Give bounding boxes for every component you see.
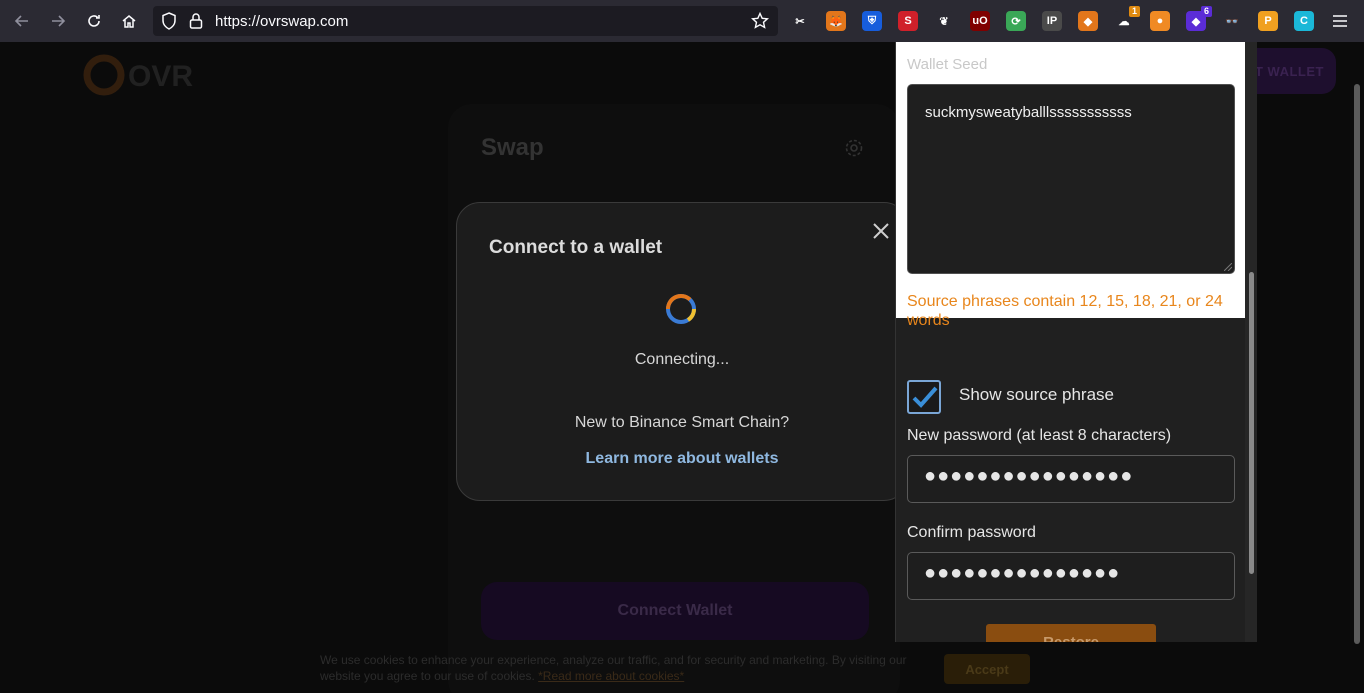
- connecting-status: Connecting...: [634, 351, 730, 368]
- s-ext-icon[interactable]: S: [898, 11, 918, 31]
- new-to-text: New to Binance Smart Chain?: [574, 414, 790, 431]
- new-password-label: New password (at least 8 characters): [907, 427, 1172, 444]
- c-ext-icon[interactable]: C: [1294, 11, 1314, 31]
- show-phrase-checkbox[interactable]: [907, 380, 941, 414]
- back-icon[interactable]: [8, 7, 36, 35]
- reload-icon[interactable]: [80, 7, 108, 35]
- svg-text:OVR: OVR: [128, 60, 193, 93]
- new-password-field[interactable]: ●●●●●●●●●●●●●●●●: [907, 455, 1235, 503]
- wallet-seed-label: Wallet Seed: [907, 56, 988, 73]
- wallet-seed-textarea[interactable]: suckmysweatyballlsssssssssss: [907, 84, 1235, 274]
- ghost-ext-icon[interactable]: ☁ 1: [1114, 6, 1140, 31]
- cookie-accept-button[interactable]: Accept: [944, 654, 1030, 684]
- close-icon[interactable]: [869, 219, 893, 243]
- restore-button[interactable]: Restore: [986, 624, 1156, 642]
- lock-icon[interactable]: [189, 12, 207, 30]
- ovr-logo: OVR: [82, 52, 202, 98]
- fox-ext-icon[interactable]: ◆: [1078, 11, 1098, 31]
- bird-ext-icon[interactable]: ❦: [934, 11, 954, 31]
- show-phrase-label[interactable]: Show source phrase: [959, 385, 1114, 405]
- green-ext-icon[interactable]: ⟳: [1006, 11, 1026, 31]
- bitwarden-icon[interactable]: ⛨: [862, 11, 882, 31]
- modal-title: Connect to a wallet: [489, 237, 663, 258]
- page-scrollbar[interactable]: [1354, 84, 1360, 644]
- seed-warning-text: Source phrases contain 12, 15, 18, 21, o…: [907, 293, 1223, 329]
- connect-wallet-modal: Connect to a wallet Connecting... New to…: [456, 202, 908, 501]
- menu-icon[interactable]: [1326, 7, 1354, 35]
- cookie-link[interactable]: *Read more about cookies*: [538, 669, 684, 683]
- browser-toolbar: https://ovrswap.com ✂ 🦊 ⛨ S ❦ uO ⟳ IP ◆ ☁ 1 ● ◆ 6 👓 P C: [0, 0, 1364, 42]
- wallet-extension-popup: Wallet Seed suckmysweatyballlsssssssssss…: [895, 42, 1257, 642]
- confirm-password-field[interactable]: ●●●●●●●●●●●●●●●: [907, 552, 1235, 600]
- extension-badge: 6: [1200, 6, 1212, 17]
- confirm-password-label: Confirm password: [907, 524, 1036, 541]
- settings-gear-icon[interactable]: [844, 138, 864, 158]
- ublock-icon[interactable]: uO: [970, 11, 990, 31]
- glasses-ext-icon[interactable]: 👓: [1222, 11, 1242, 31]
- resize-handle-icon[interactable]: [1224, 263, 1232, 271]
- popup-scrollbar-thumb[interactable]: [1249, 272, 1254, 574]
- forward-icon[interactable]: [44, 7, 72, 35]
- ip-ext-icon[interactable]: IP: [1042, 11, 1062, 31]
- extension-badge: 1: [1128, 6, 1140, 17]
- shield-icon[interactable]: [161, 12, 179, 30]
- url-bar[interactable]: https://ovrswap.com: [153, 6, 778, 36]
- bookmark-star-icon[interactable]: [750, 11, 770, 30]
- checkmark-icon: [912, 386, 938, 408]
- home-icon[interactable]: [115, 7, 143, 35]
- p-ext-icon[interactable]: P: [1258, 11, 1278, 31]
- orange-ext-icon[interactable]: ●: [1150, 11, 1170, 31]
- wallet-seed-value[interactable]: suckmysweatyballlsssssssssss: [925, 104, 1132, 121]
- swap-title: Swap: [481, 134, 544, 161]
- purple-ext-icon[interactable]: ◆ 6: [1186, 6, 1212, 31]
- cookie-banner: We use cookies to enhance your experienc…: [320, 652, 920, 684]
- learn-more-link[interactable]: Learn more about wallets: [457, 450, 907, 468]
- connect-wallet-button[interactable]: Connect Wallet: [481, 582, 869, 640]
- screenshot-ext-icon[interactable]: ✂: [790, 11, 810, 31]
- metamask-icon[interactable]: 🦊: [826, 11, 846, 31]
- url-text[interactable]: https://ovrswap.com: [215, 13, 348, 30]
- popup-scrollbar[interactable]: [1245, 42, 1257, 642]
- loading-spinner-icon: [664, 292, 698, 326]
